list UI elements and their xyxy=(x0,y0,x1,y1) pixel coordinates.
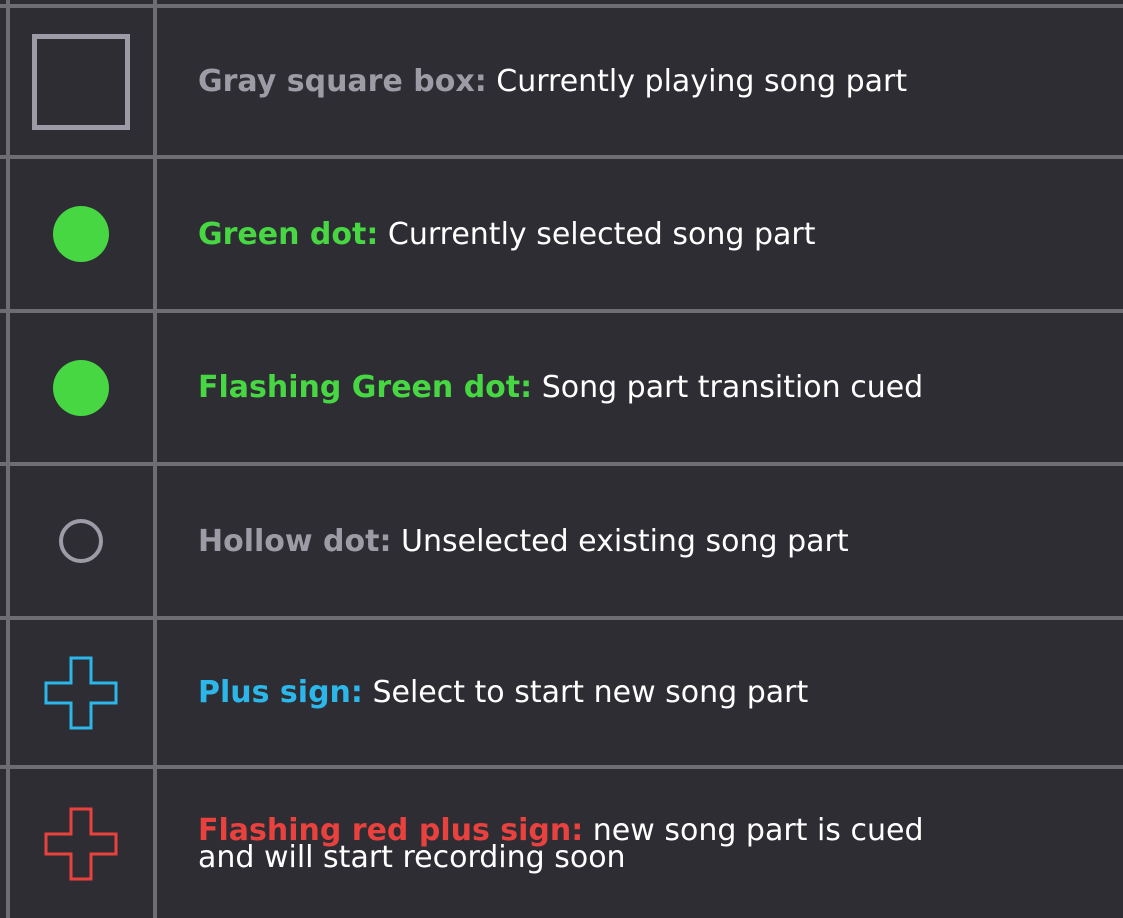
legend-row-green-dot: Green dot: Currently selected song part xyxy=(0,159,1123,309)
blue-plus-sign-icon xyxy=(44,656,118,729)
legend-text: Green dot: Currently selected song part xyxy=(158,159,1123,309)
legend-description: Unselected existing song part xyxy=(401,523,849,559)
legend-text: Gray square box: Currently playing song … xyxy=(158,8,1123,155)
legend-row-plus-sign: Plus sign: Select to start new song part xyxy=(0,620,1123,765)
icon-cell xyxy=(8,159,154,309)
icon-cell xyxy=(8,466,154,616)
green-dot-icon xyxy=(53,206,109,262)
legend-text: Flashing red plus sign: new song part is… xyxy=(158,769,1123,918)
legend-label: Plus sign: xyxy=(198,675,363,710)
legend-label: Hollow dot: xyxy=(198,523,392,559)
legend-label: Gray square box: xyxy=(198,64,487,99)
legend-description: Currently playing song part xyxy=(496,64,908,99)
legend-description: new song part is cued xyxy=(592,812,924,848)
icon-cell xyxy=(8,313,154,462)
icon-cell xyxy=(8,8,154,155)
song-part-legend: Gray square box: Currently playing song … xyxy=(0,0,1123,918)
icon-cell xyxy=(8,620,154,765)
legend-description: Currently selected song part xyxy=(387,216,816,252)
legend-text: Plus sign: Select to start new song part xyxy=(158,620,1123,765)
legend-row-flashing-green-dot: Flashing Green dot: Song part transition… xyxy=(0,313,1123,462)
legend-description: Song part transition cued xyxy=(541,370,924,405)
red-plus-sign-icon xyxy=(44,807,118,880)
legend-row-flashing-red-plus: Flashing red plus sign: new song part is… xyxy=(0,769,1123,918)
legend-description-line2: and will start recording soon xyxy=(198,839,626,875)
legend-row-hollow-dot: Hollow dot: Unselected existing song par… xyxy=(0,466,1123,616)
legend-row-gray-square: Gray square box: Currently playing song … xyxy=(0,8,1123,155)
hollow-dot-icon xyxy=(59,519,103,563)
legend-label: Flashing Green dot: xyxy=(198,370,533,405)
legend-text: Flashing Green dot: Song part transition… xyxy=(158,313,1123,462)
flashing-green-dot-icon xyxy=(53,359,109,416)
legend-label: Green dot: xyxy=(198,216,379,252)
legend-text: Hollow dot: Unselected existing song par… xyxy=(158,466,1123,616)
icon-cell xyxy=(8,769,154,918)
gray-square-box-icon xyxy=(32,33,130,130)
legend-description: Select to start new song part xyxy=(372,675,809,710)
